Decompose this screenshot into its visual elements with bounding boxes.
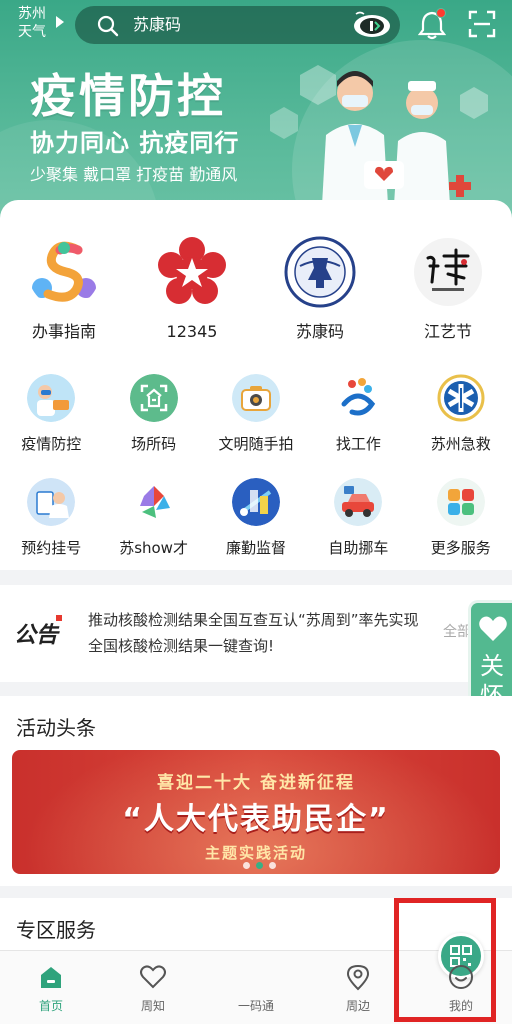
find-job-icon	[334, 374, 383, 422]
supervision-icon	[231, 478, 280, 526]
art-festival-logo-icon	[414, 238, 482, 306]
search-icon	[97, 15, 119, 37]
featured-guide[interactable]: 办事指南	[0, 230, 128, 341]
heart-icon	[479, 616, 507, 641]
health-code-icon[interactable]	[350, 10, 394, 40]
notification-dot	[436, 8, 446, 18]
activity-banner[interactable]: 喜迎二十大 奋进新征程 “人大代表助民企” 主题实践活动	[12, 750, 500, 874]
carousel-dot-active[interactable]	[256, 862, 263, 869]
banner-tagline: 少聚集 戴口罩 打疫苗 勤通风	[30, 165, 238, 184]
home-icon	[41, 967, 61, 988]
banner-subtitle: 协力同心 抗疫同行	[30, 129, 240, 157]
featured-hotline[interactable]: 12345	[128, 230, 256, 341]
service-label: 自助挪车	[328, 539, 389, 557]
banner-headline: 喜迎二十大 奋进新征程	[157, 773, 355, 793]
doctors-illustration	[270, 65, 488, 205]
location-pin-icon	[346, 964, 370, 991]
service-epidemic-control[interactable]: 疫情防控	[0, 370, 102, 474]
service-row: 疫情防控 场所码 文明随手拍 找工作 苏州急救	[0, 370, 512, 474]
service-talent-show[interactable]: 苏show才	[102, 474, 204, 578]
tab-label: 首页	[38, 999, 63, 1013]
tab-label: 周知	[140, 999, 165, 1013]
services-card: 办事指南 12345 苏康码 江艺节 疫情防控 场所码 文明随手拍 找工作 苏州…	[0, 200, 512, 570]
announcement-bar[interactable]: 公告 推动核酸检测结果全国互查互认“苏周到”率先实现全国核酸检测结果一键查询! …	[0, 585, 512, 682]
health-commission-seal-icon	[284, 236, 356, 308]
weather-label: 天气	[18, 24, 46, 40]
announcement-dot	[56, 615, 63, 621]
service-emergency[interactable]: 苏州急救	[410, 370, 512, 474]
tab-label: 周边	[345, 999, 370, 1013]
more-services-icon	[436, 478, 485, 526]
featured-label: 江艺节	[423, 322, 472, 341]
place-code-icon	[129, 374, 178, 422]
search-bar[interactable]: 苏康码	[75, 6, 400, 44]
search-input[interactable]: 苏康码	[133, 15, 181, 35]
service-find-job[interactable]: 找工作	[307, 370, 409, 474]
service-label: 文明随手拍	[218, 435, 294, 453]
city-name: 苏州	[18, 6, 46, 22]
tab-code[interactable]: 一码通	[205, 933, 484, 1024]
announcement-all-link[interactable]: 全部	[443, 621, 471, 641]
camera-icon	[231, 374, 280, 422]
service-row: 预约挂号 苏show才 廉勤监督 自助挪车 更多服务	[0, 474, 512, 578]
announcement-tag-label: 公告	[14, 623, 59, 648]
service-label: 找工作	[335, 435, 381, 453]
tab-mine[interactable]: 我的	[410, 951, 512, 1024]
tab-notice[interactable]: 周知	[102, 951, 204, 1024]
service-label: 苏show才	[119, 539, 188, 557]
carousel-dot[interactable]	[243, 862, 250, 869]
activity-section: 活动头条 喜迎二十大 奋进新征程 “人大代表助民企” 主题实践活动	[0, 696, 512, 886]
smiley-face-icon	[449, 965, 473, 989]
appointment-icon	[27, 478, 76, 526]
featured-art-festival[interactable]: 江艺节	[384, 230, 512, 341]
city-weather[interactable]: 苏州 天气	[18, 5, 46, 41]
featured-row: 办事指南 12345 苏康码 江艺节	[0, 230, 512, 341]
play-arrow-icon[interactable]	[56, 16, 64, 28]
section-title: 活动头条	[16, 716, 96, 740]
service-label: 预约挂号	[21, 539, 82, 557]
bottom-tab-bar: 首页 周知 一码通 周边 我的	[0, 933, 512, 1024]
service-appointment[interactable]: 预约挂号	[0, 474, 102, 578]
tab-label: 我的	[448, 999, 473, 1013]
epidemic-control-icon	[27, 374, 76, 422]
service-more[interactable]: 更多服务	[410, 474, 512, 578]
service-civilized-photo[interactable]: 文明随手拍	[205, 370, 307, 474]
colorful-s-logo-icon	[32, 241, 96, 302]
service-label: 廉勤监督	[225, 539, 286, 557]
section-title: 专区服务	[16, 918, 96, 942]
carousel-dot[interactable]	[269, 862, 276, 869]
carousel-dots[interactable]	[240, 854, 279, 873]
service-label: 场所码	[131, 435, 177, 453]
emergency-icon	[437, 374, 485, 422]
service-move-car[interactable]: 自助挪车	[307, 474, 409, 578]
service-label: 疫情防控	[21, 435, 82, 453]
tab-nearby[interactable]: 周边	[307, 951, 409, 1024]
service-place-code[interactable]: 场所码	[102, 370, 204, 474]
featured-label: 办事指南	[31, 322, 96, 341]
banner-title: 疫情防控	[30, 69, 226, 123]
announcement-tag: 公告	[14, 615, 63, 649]
special-zone-section: 专区服务	[0, 898, 512, 958]
featured-label: 12345	[166, 322, 218, 341]
service-label: 苏州急救	[430, 435, 491, 453]
tab-home[interactable]: 首页	[0, 951, 102, 1024]
move-car-icon	[334, 478, 383, 526]
announcement-text[interactable]: 推动核酸检测结果全国互查互认“苏周到”率先实现全国核酸检测结果一键查询!	[88, 607, 433, 659]
heart-outline-icon	[140, 965, 166, 989]
featured-label: 苏康码	[295, 322, 344, 341]
featured-health-code[interactable]: 苏康码	[256, 230, 384, 341]
service-label: 更多服务	[430, 539, 491, 557]
service-supervision[interactable]: 廉勤监督	[205, 474, 307, 578]
red-star-flower-icon	[158, 237, 226, 304]
talent-show-icon	[129, 478, 178, 526]
banner-main-text: “人大代表助民企”	[122, 802, 390, 837]
top-bar: 苏州 天气 苏康码	[0, 0, 512, 52]
scan-icon[interactable]	[468, 10, 496, 38]
service-grid: 疫情防控 场所码 文明随手拍 找工作 苏州急救 预约挂号 苏show才 廉勤监督…	[0, 370, 512, 578]
tab-label: 一码通	[237, 999, 274, 1013]
